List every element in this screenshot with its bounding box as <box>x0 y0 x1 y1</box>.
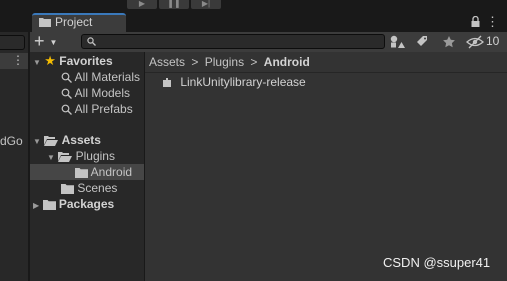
tab-label: Project <box>55 15 93 29</box>
pause-button[interactable]: ❚❚ <box>159 0 189 9</box>
breadcrumb-item-plugins[interactable]: Plugins <box>205 55 244 69</box>
favorite-star-icon[interactable] <box>441 34 457 50</box>
folder-open-icon <box>44 135 59 147</box>
lock-icon[interactable] <box>471 16 480 27</box>
folder-icon <box>61 183 74 195</box>
tree-item-plugins[interactable]: ▼ Plugins <box>47 148 115 164</box>
tree-label-android: Android <box>90 165 133 179</box>
tree-label: All Materials <box>74 70 141 84</box>
tree-item-scenes[interactable]: Scenes <box>61 180 117 196</box>
folder-open-icon <box>58 151 73 163</box>
tree-item-all-materials[interactable]: All Materials <box>61 69 140 85</box>
left-search-input[interactable] <box>0 35 25 50</box>
play-button[interactable]: ▶ <box>127 0 157 9</box>
left-partial-text: dGo <box>0 134 23 148</box>
step-button[interactable]: ▶| <box>191 0 221 9</box>
tree-label-assets: Assets <box>61 133 101 147</box>
chevron-down-icon: ▼ <box>47 153 55 162</box>
filter-by-type-icon[interactable] <box>388 34 406 50</box>
panel-menu-icon[interactable]: ⋮ <box>486 13 499 31</box>
tree-item-packages[interactable]: ▶ Packages <box>33 196 114 212</box>
plugin-file-icon <box>162 77 172 88</box>
breadcrumb-item-assets[interactable]: Assets <box>149 55 185 69</box>
left-tabstrip <box>0 12 28 32</box>
folder-icon <box>39 17 51 27</box>
tree-label: All Prefabs <box>74 102 133 116</box>
folder-icon <box>42 199 56 211</box>
hidden-count: 10 <box>486 34 500 48</box>
chevron-right-icon: ▶ <box>33 201 40 210</box>
tree-item-all-models[interactable]: All Models <box>61 85 130 101</box>
breadcrumb-item-android[interactable]: Android <box>264 55 310 69</box>
breadcrumb-separator: > <box>250 55 258 69</box>
chevron-down-icon: ▼ <box>49 37 58 47</box>
list-item[interactable]: LinkUnitylibrary-release <box>162 75 306 89</box>
file-name: LinkUnitylibrary-release <box>180 75 306 89</box>
search-icon <box>87 37 96 46</box>
search-input[interactable] <box>81 34 385 49</box>
tree-label: All Models <box>74 86 131 100</box>
plus-icon: + <box>34 31 45 51</box>
tree-item-assets[interactable]: ▼ Assets <box>33 132 101 148</box>
chevron-down-icon: ▼ <box>33 137 41 146</box>
tree-item-android[interactable]: Android <box>75 164 132 180</box>
left-menu-dots-icon[interactable]: ⋮ <box>12 53 24 69</box>
tree-label-favorites: Favorites <box>59 54 113 68</box>
create-button[interactable]: + ▼ <box>34 31 62 51</box>
watermark-text: CSDN @ssuper41 <box>383 255 491 270</box>
search-icon <box>61 88 72 100</box>
tree-label-plugins: Plugins <box>75 149 115 163</box>
breadcrumb: Assets > Plugins > Android <box>149 55 310 69</box>
hidden-eye-icon[interactable] <box>466 34 484 50</box>
breadcrumb-separator: > <box>191 55 199 69</box>
chevron-down-icon: ▼ <box>33 58 41 67</box>
play-toolbar <box>0 0 507 11</box>
search-icon <box>61 72 72 84</box>
tree-label-scenes: Scenes <box>77 181 118 195</box>
filter-by-label-icon[interactable] <box>414 34 430 50</box>
star-icon: ★ <box>44 53 56 68</box>
tree-item-all-prefabs[interactable]: All Prefabs <box>61 101 133 117</box>
tree-label-packages: Packages <box>58 197 115 211</box>
tree-item-favorites[interactable]: ▼ ★ Favorites <box>33 53 113 69</box>
folder-icon <box>75 167 88 179</box>
search-icon <box>61 104 72 116</box>
